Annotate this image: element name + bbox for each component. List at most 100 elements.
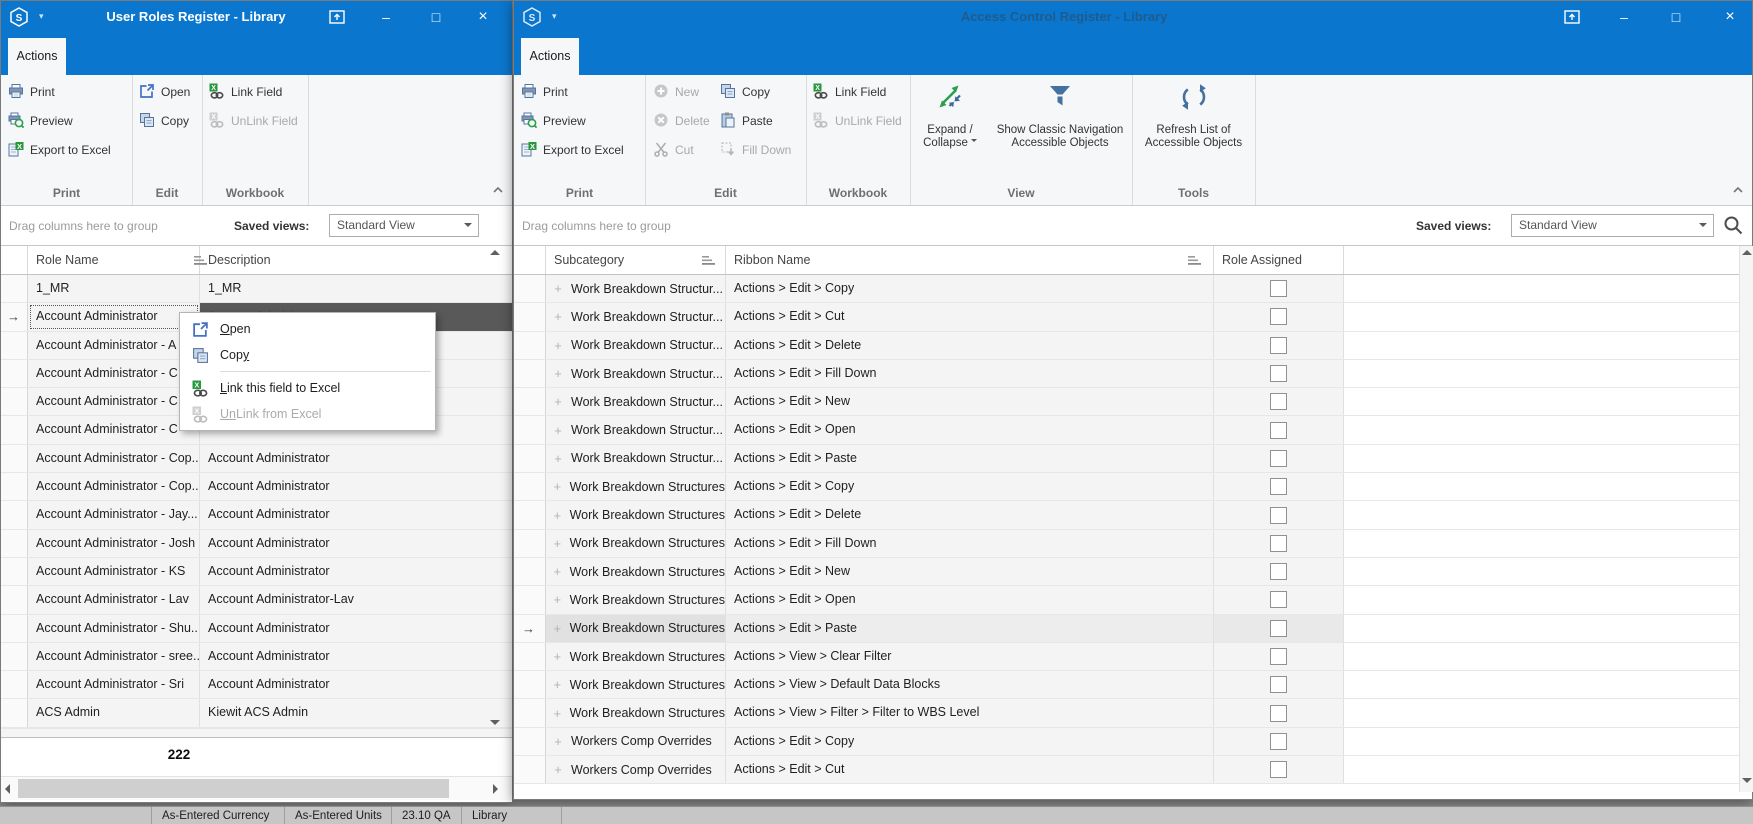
copy-button[interactable]: Copy [139, 109, 189, 133]
table-row[interactable]: → Account Administrator - Sri Account Ad… [1, 671, 512, 699]
scrollbar-thumb[interactable] [18, 779, 449, 798]
tab-actions[interactable]: Actions [521, 38, 579, 75]
role-assigned-checkbox[interactable] [1270, 761, 1287, 778]
collapse-ribbon-button[interactable] [1732, 183, 1744, 197]
collapse-ribbon-button[interactable] [492, 183, 504, 197]
role-assigned-checkbox[interactable] [1270, 733, 1287, 750]
copy-button[interactable]: Copy [720, 80, 770, 104]
cell-role-assigned[interactable] [1214, 643, 1344, 670]
expand-plus-icon[interactable]: + [553, 281, 563, 296]
cell-ribbon-name[interactable]: Actions > Edit > Delete [726, 332, 1214, 359]
header-role-assigned[interactable]: Role Assigned [1214, 246, 1344, 274]
table-row[interactable]: → + Work Breakdown Structures Actions > … [514, 558, 1739, 586]
cell-subcategory[interactable]: + Work Breakdown Structures [546, 699, 726, 726]
menu-item-copy[interactable]: Copy [180, 342, 435, 368]
tab-actions[interactable]: Actions [8, 38, 66, 75]
cell-ribbon-name[interactable]: Actions > Edit > Paste [726, 445, 1214, 472]
expand-plus-icon[interactable]: + [553, 394, 563, 409]
cell-subcategory[interactable]: + Work Breakdown Structures [546, 501, 726, 528]
expand-plus-icon[interactable]: + [553, 621, 562, 636]
scroll-down-button[interactable] [1742, 778, 1752, 783]
cell-role-assigned[interactable] [1214, 530, 1344, 557]
app-menu-caret-icon[interactable]: ▾ [552, 11, 557, 22]
table-row[interactable]: → + Work Breakdown Structur... Actions >… [514, 332, 1739, 360]
menu-item-open[interactable]: Open [180, 316, 435, 342]
role-assigned-checkbox[interactable] [1270, 422, 1287, 439]
cell-role-name[interactable]: Account Administrator - C [28, 388, 200, 415]
cell-ribbon-name[interactable]: Actions > Edit > Cut [726, 756, 1214, 783]
role-assigned-checkbox[interactable] [1270, 535, 1287, 552]
cell-role-assigned[interactable] [1214, 501, 1344, 528]
cell-subcategory[interactable]: + Work Breakdown Structures [546, 671, 726, 698]
role-assigned-checkbox[interactable] [1270, 450, 1287, 467]
cell-subcategory[interactable]: + Work Breakdown Structures [546, 473, 726, 500]
cell-role-name[interactable]: Account Administrator - KS [28, 558, 200, 585]
scroll-up-button[interactable] [1742, 250, 1752, 255]
role-assigned-checkbox[interactable] [1270, 308, 1287, 325]
role-assigned-checkbox[interactable] [1270, 337, 1287, 354]
preview-button[interactable]: Preview [8, 109, 73, 133]
search-button[interactable] [1720, 214, 1746, 238]
cell-subcategory[interactable]: + Workers Comp Overrides [546, 728, 726, 755]
table-row[interactable]: → Account Administrator - Josh Account A… [1, 530, 512, 558]
table-row[interactable]: → Account Administrator - Shu... Account… [1, 615, 512, 643]
expand-plus-icon[interactable]: + [553, 706, 562, 721]
cell-role-name[interactable]: Account Administrator - Lav [28, 586, 200, 613]
cell-description[interactable]: Account Administrator [200, 501, 512, 528]
cell-role-assigned[interactable] [1214, 473, 1344, 500]
table-row[interactable]: → + Work Breakdown Structures Actions > … [514, 699, 1739, 727]
print-button[interactable]: Print [521, 80, 568, 104]
cell-role-name[interactable]: 1_MR [28, 275, 200, 302]
role-assigned-checkbox[interactable] [1270, 280, 1287, 297]
cell-description[interactable]: Account Administrator-Lav [200, 586, 512, 613]
table-row[interactable]: → Account Administrator - KS Account Adm… [1, 558, 512, 586]
menu-item-link-field-to-excel[interactable]: X Link this field to Excel [180, 375, 435, 401]
cell-subcategory[interactable]: + Work Breakdown Structures [546, 530, 726, 557]
table-row[interactable]: → + Work Breakdown Structur... Actions >… [514, 416, 1739, 444]
saved-views-dropdown[interactable]: Standard View [329, 214, 479, 237]
cell-role-name[interactable]: Account Administrator - Sri [28, 671, 200, 698]
table-row[interactable]: → + Work Breakdown Structur... Actions >… [514, 360, 1739, 388]
cell-description[interactable]: Account Administrator [200, 615, 512, 642]
cell-role-assigned[interactable] [1214, 756, 1344, 783]
table-row[interactable]: → + Work Breakdown Structures Actions > … [514, 501, 1739, 529]
cell-ribbon-name[interactable]: Actions > Edit > New [726, 388, 1214, 415]
expand-plus-icon[interactable]: + [553, 479, 562, 494]
expand-plus-icon[interactable]: + [553, 366, 563, 381]
cell-role-name[interactable]: ACS Admin [28, 699, 200, 726]
link-field-button[interactable]: X Link Field [209, 80, 282, 104]
cell-ribbon-name[interactable]: Actions > Edit > Paste [726, 615, 1214, 642]
close-button[interactable]: × [1718, 6, 1742, 28]
cell-role-assigned[interactable] [1214, 699, 1344, 726]
cell-description[interactable]: Account Administrator [200, 671, 512, 698]
table-row[interactable]: → + Work Breakdown Structures Actions > … [514, 615, 1739, 643]
cell-description[interactable]: Account Administrator [200, 473, 512, 500]
group-by-panel[interactable]: Drag columns here to group Saved views: … [1, 206, 512, 246]
cell-role-assigned[interactable] [1214, 671, 1344, 698]
scroll-down-button[interactable] [490, 720, 500, 725]
table-row[interactable]: → + Workers Comp Overrides Actions > Edi… [514, 756, 1739, 784]
cell-role-assigned[interactable] [1214, 275, 1344, 302]
role-assigned-checkbox[interactable] [1270, 478, 1287, 495]
cell-subcategory[interactable]: + Work Breakdown Structures [546, 643, 726, 670]
cell-role-assigned[interactable] [1214, 332, 1344, 359]
cell-description[interactable]: Account Administrator [200, 530, 512, 557]
titlebar[interactable]: S ▾ Access Control Register - Library – … [514, 1, 1752, 34]
expand-collapse-button[interactable]: Expand / Collapse [910, 78, 990, 150]
role-assigned-checkbox[interactable] [1270, 507, 1287, 524]
scroll-up-button[interactable] [490, 250, 500, 255]
role-assigned-checkbox[interactable] [1270, 591, 1287, 608]
cell-description[interactable]: 1_MR [200, 275, 512, 302]
cell-role-assigned[interactable] [1214, 445, 1344, 472]
cell-subcategory[interactable]: + Work Breakdown Structur... [546, 416, 726, 443]
cell-ribbon-name[interactable]: Actions > View > Default Data Blocks [726, 671, 1214, 698]
expand-plus-icon[interactable]: + [553, 592, 562, 607]
paste-button[interactable]: Paste [720, 109, 773, 133]
cell-ribbon-name[interactable]: Actions > Edit > Copy [726, 728, 1214, 755]
cell-ribbon-name[interactable]: Actions > Edit > Copy [726, 275, 1214, 302]
table-row[interactable]: → ACS Admin Kiewit ACS Admin [1, 699, 512, 727]
table-row[interactable]: → + Work Breakdown Structur... Actions >… [514, 388, 1739, 416]
role-assigned-checkbox[interactable] [1270, 620, 1287, 637]
expand-plus-icon[interactable]: + [553, 536, 562, 551]
expand-plus-icon[interactable]: + [553, 762, 563, 777]
